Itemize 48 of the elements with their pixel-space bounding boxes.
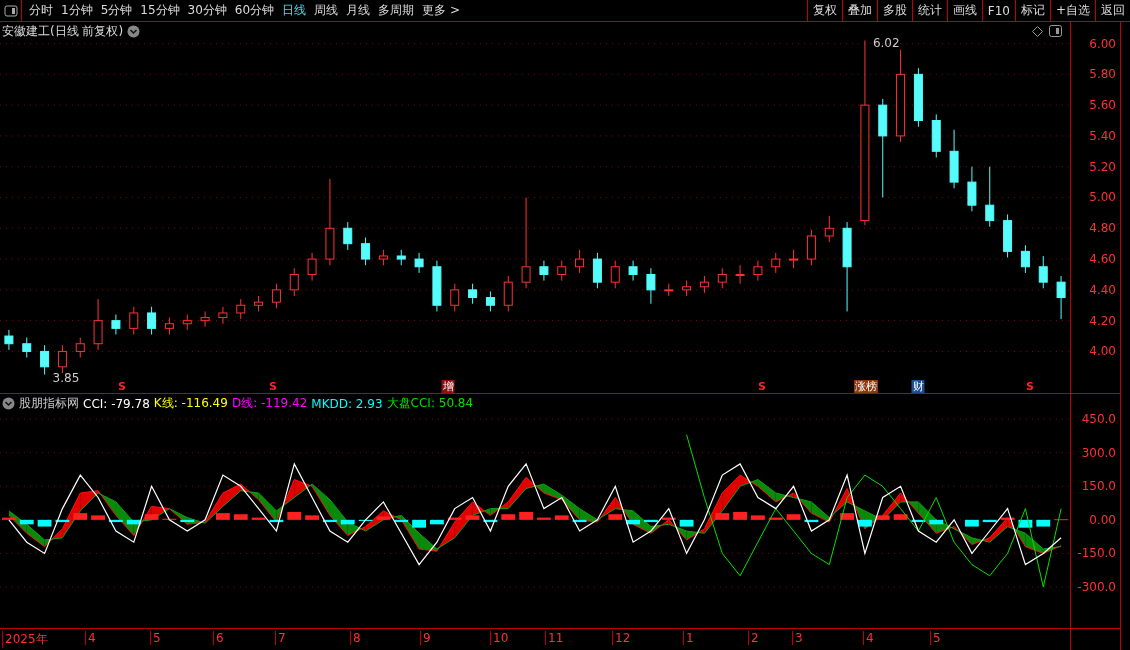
legend-value: 大盘CCI: 50.84 [386, 395, 474, 412]
price-axis-label: 4.00 [1089, 344, 1116, 359]
low-price-label: 3.85 [52, 370, 80, 385]
date-axis-label: 4 [863, 631, 874, 645]
date-axis-label: 10 [490, 631, 509, 645]
indicator-name: 股朋指标网 [19, 395, 79, 412]
signal-mark: S [118, 380, 126, 393]
date-axis-label: 2 [748, 631, 759, 645]
price-axis-label: 4.20 [1089, 313, 1116, 328]
date-axis-label: 3 [792, 631, 803, 645]
date-axis-label: 1 [683, 631, 694, 645]
indicator-axis-label: -300.0 [1077, 580, 1116, 594]
price-axis-label: 5.60 [1089, 98, 1116, 113]
date-axis-label: 6 [213, 631, 224, 645]
price-axis-label: 5.40 [1089, 128, 1116, 143]
high-price-label: 6.02 [872, 36, 900, 51]
indicator-axis-label: 0.00 [1089, 512, 1116, 527]
legend-value: D线: -119.42 [231, 395, 308, 412]
event-tag: 增 [441, 380, 455, 393]
legend-value: K线: -116.49 [153, 395, 228, 412]
price-axis-label: 4.80 [1089, 221, 1116, 236]
indicator-axis-label: 450.0 [1081, 412, 1116, 427]
signal-mark: S [758, 380, 766, 393]
price-axis-label: 4.60 [1089, 252, 1116, 267]
date-axis-label: 4 [85, 631, 96, 645]
date-axis-label: 11 [545, 631, 564, 645]
signal-mark: S [269, 380, 277, 393]
date-axis-label: 5 [930, 631, 941, 645]
price-axis-label: 5.00 [1089, 190, 1116, 205]
price-axis-label: 4.40 [1089, 282, 1116, 297]
date-axis-label: 8 [350, 631, 361, 645]
date-axis-label: 2025年 [2, 631, 48, 648]
indicator-axis-label: 150.0 [1081, 479, 1116, 494]
date-axis-label: 9 [420, 631, 431, 645]
event-tag: 涨榜 [854, 380, 878, 393]
price-axis-label: 5.20 [1089, 159, 1116, 174]
signal-mark: S [1026, 380, 1034, 393]
price-axis-label: 5.80 [1089, 67, 1116, 82]
event-tag: 财 [911, 380, 925, 393]
legend-value: MKDD: 2.93 [311, 396, 383, 411]
date-axis-label: 5 [150, 631, 161, 645]
indicator-axis-label: -150.0 [1077, 546, 1116, 561]
date-axis-label: 12 [612, 631, 631, 645]
indicator-axis-label: 300.0 [1081, 445, 1116, 460]
stock-title: 安徽建工(日线 前复权) [2, 23, 124, 40]
date-axis-label: 7 [275, 631, 286, 645]
legend-value: CCI: -79.78 [83, 396, 150, 411]
price-axis-label: 6.00 [1089, 36, 1116, 51]
